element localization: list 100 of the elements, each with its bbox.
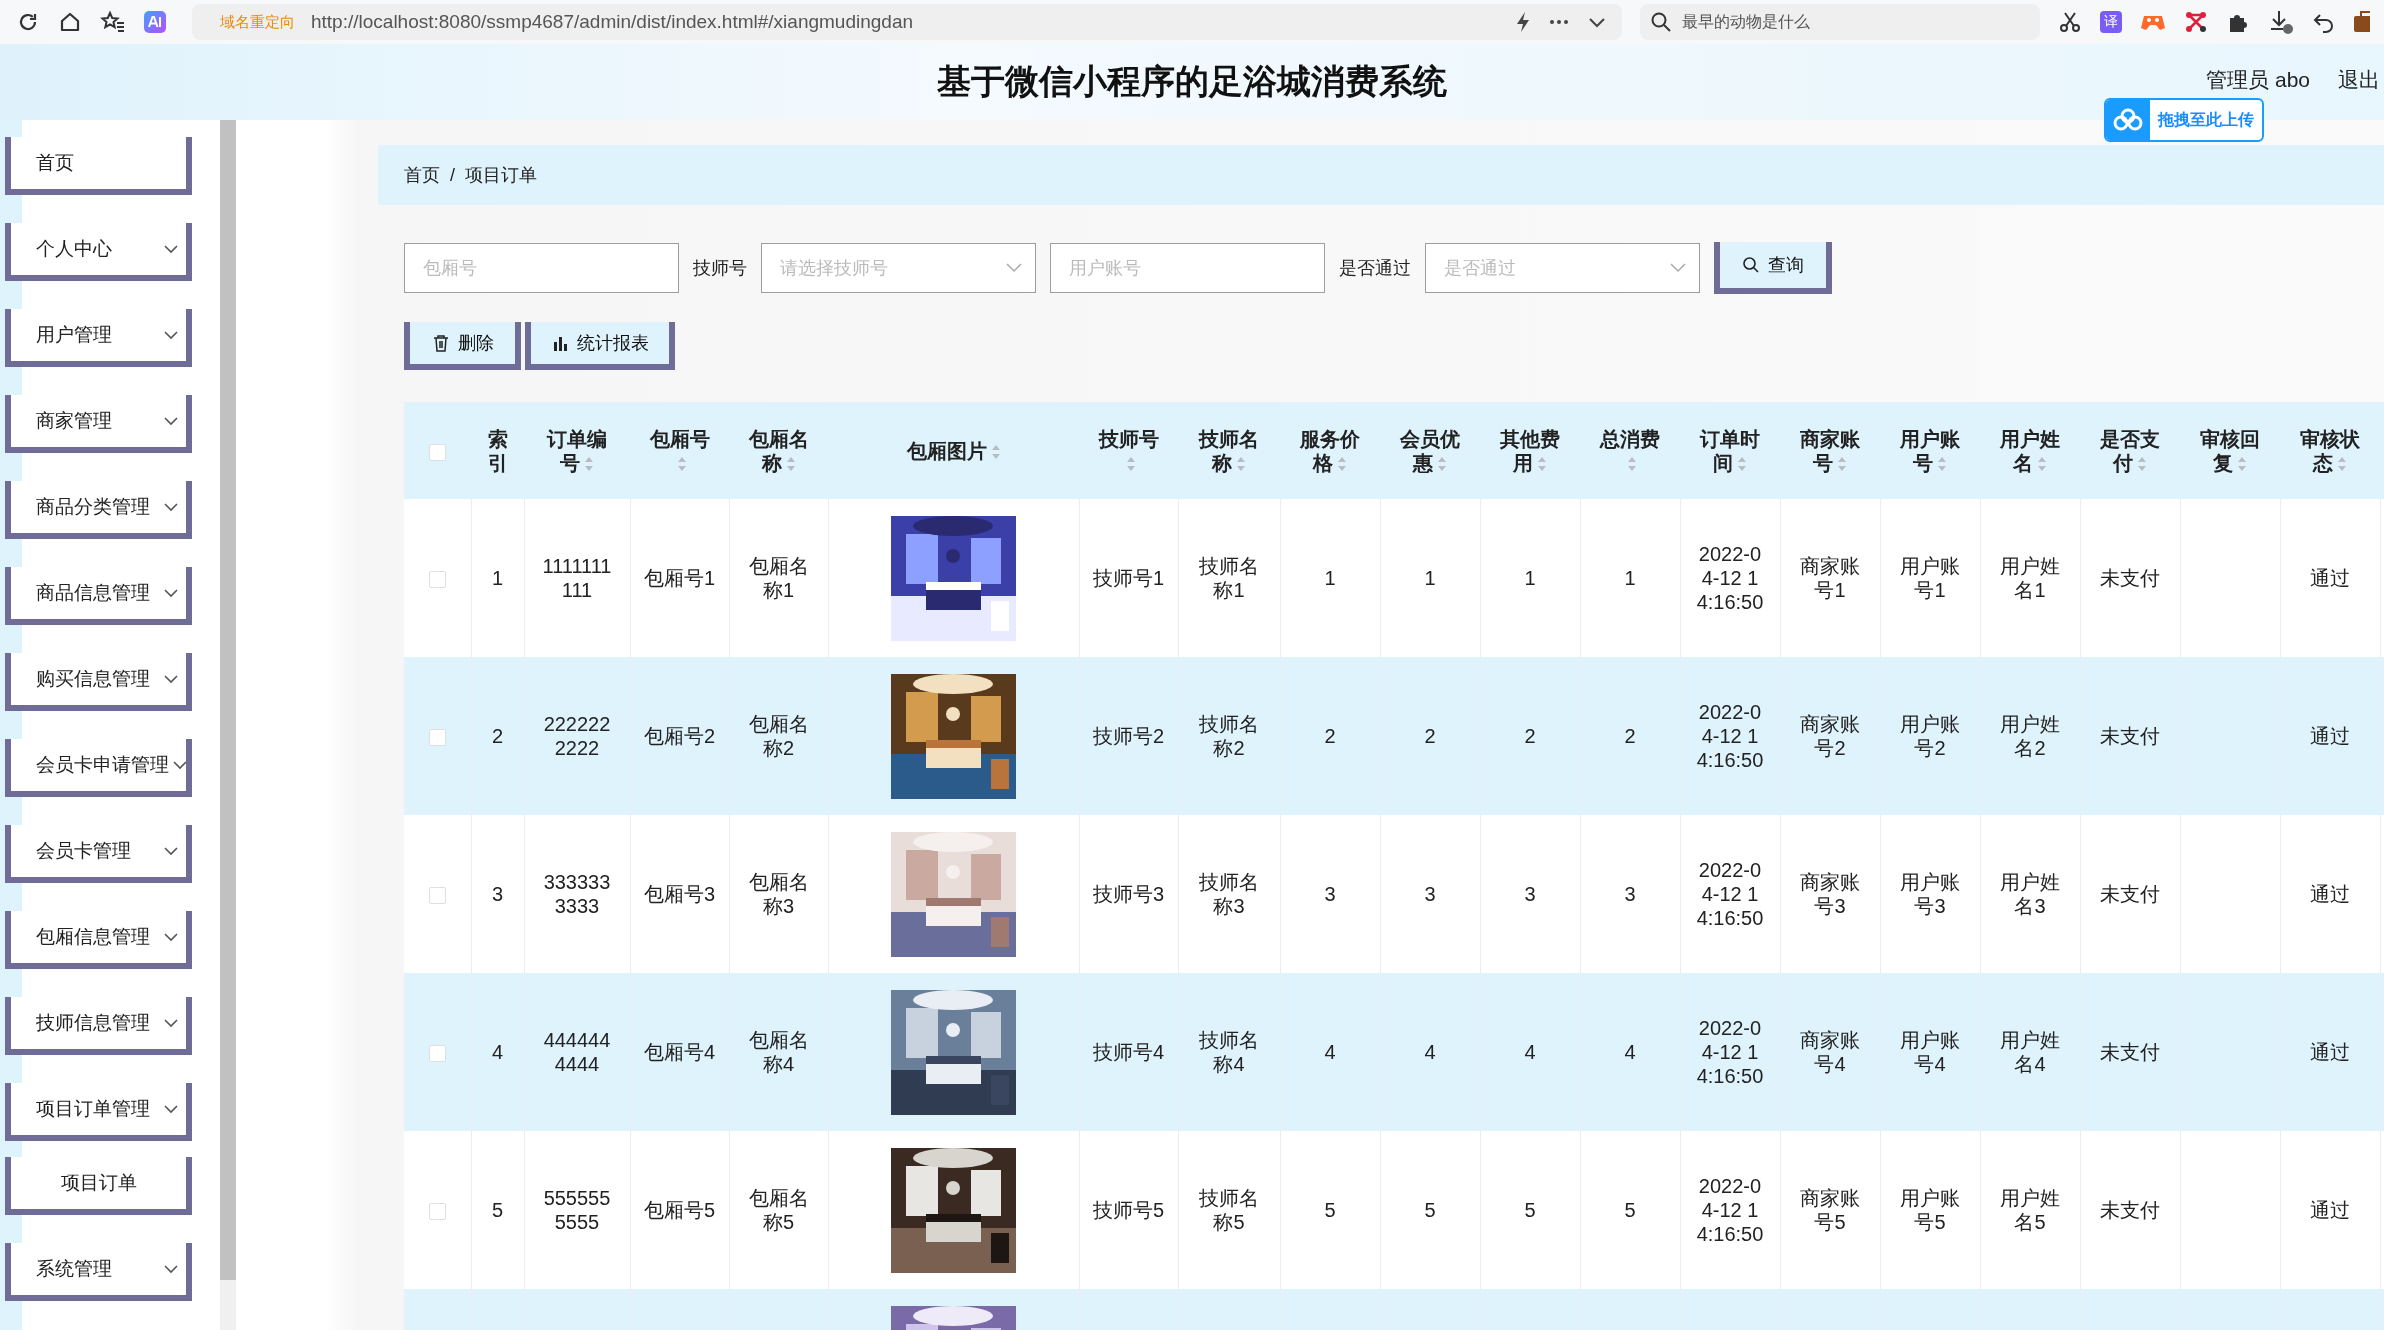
column-header[interactable]: 索引 — [485, 426, 510, 475]
table-cell: 3 — [1324, 883, 1336, 905]
sidebar-item[interactable]: 商家管理 — [5, 395, 192, 453]
menu-label: 个人中心 — [36, 237, 113, 261]
table-cell: 商家账号4 — [1800, 1029, 1860, 1075]
table-cell: 包厢名称5 — [748, 1187, 809, 1233]
menu-label: 系统管理 — [36, 1257, 113, 1281]
column-header[interactable]: 用户账号 — [1894, 426, 1966, 475]
select-field[interactable]: 请选择技师号 — [761, 243, 1036, 293]
column-header[interactable]: 包厢号 — [644, 426, 715, 475]
table-cell: 3 — [1424, 883, 1436, 905]
table-cell: 2 — [1424, 725, 1436, 747]
table-cell: 通过 — [2310, 567, 2350, 589]
table-cell: 用户姓名2 — [2000, 713, 2060, 759]
table-cell: 3 — [1524, 883, 1536, 905]
menu-label: 技师信息管理 — [36, 1011, 151, 1035]
table-cell: 5 — [491, 1199, 504, 1221]
table-cell: 技师号2 — [1092, 725, 1165, 747]
logout-link[interactable]: 退出 — [2338, 66, 2380, 94]
column-header[interactable]: 审核回复 — [2194, 426, 2266, 475]
column-header[interactable]: 包厢图片 — [842, 438, 1065, 463]
table-cell: 5 — [1624, 1199, 1636, 1221]
column-header[interactable]: 订单编号 — [538, 426, 616, 475]
table-cell: 5555555555 — [543, 1187, 611, 1233]
table-cell: 2 — [1524, 725, 1536, 747]
table-cell: 用户账号4 — [1900, 1029, 1960, 1075]
table-cell: 包厢号4 — [643, 1041, 716, 1063]
table-cell: 未支付 — [2100, 1041, 2160, 1063]
sidebar-item[interactable]: 会员卡申请管理 — [5, 739, 192, 797]
table-cell: 用户账号5 — [1900, 1187, 1960, 1233]
table-cell: 1 — [491, 567, 504, 589]
report-button[interactable]: 统计报表 — [525, 322, 675, 370]
input-field[interactable]: 包厢号 — [404, 243, 679, 293]
table-cell: 商家账号5 — [1800, 1187, 1860, 1233]
column-header[interactable]: 用户姓名 — [1994, 426, 2066, 475]
table-cell: 用户姓名4 — [2000, 1029, 2060, 1075]
sidebar-item[interactable]: 技师信息管理 — [5, 997, 192, 1055]
table-cell: 技师名称2 — [1199, 713, 1259, 759]
sidebar-item[interactable]: 首页 — [5, 137, 192, 195]
sidebar-item[interactable]: 商品分类管理 — [5, 481, 192, 539]
menu-label: 用户管理 — [36, 323, 113, 347]
table-cell: 1111111111 — [542, 555, 612, 601]
sidebar-item[interactable]: 项目订单 — [5, 1157, 192, 1215]
table-cell: 包厢名称4 — [748, 1029, 809, 1075]
table-cell: 用户姓名1 — [2000, 555, 2060, 601]
table-cell: 5 — [1324, 1199, 1336, 1221]
menu-label: 首页 — [36, 151, 75, 175]
table-cell: 包厢号1 — [643, 567, 716, 589]
sidebar-item[interactable]: 项目订单管理 — [5, 1083, 192, 1141]
table-cell: 包厢号2 — [643, 725, 716, 747]
column-header[interactable]: 其他费用 — [1494, 426, 1566, 475]
breadcrumb-link[interactable]: 首页 — [404, 163, 440, 187]
column-header[interactable]: 技师号 — [1093, 426, 1164, 475]
table-cell: 1 — [1524, 567, 1536, 589]
table-cell: 技师号4 — [1092, 1041, 1165, 1063]
table-cell: 3 — [1624, 883, 1636, 905]
input-field[interactable]: 用户账号 — [1050, 243, 1325, 293]
column-header[interactable]: 总消费 — [1594, 426, 1666, 475]
column-header[interactable]: 会员优惠 — [1394, 426, 1466, 475]
translate-icon[interactable]: 译 — [2100, 11, 2122, 33]
table-cell: 通过 — [2310, 1199, 2350, 1221]
sidebar-item[interactable]: 购买信息管理 — [5, 653, 192, 711]
column-header[interactable]: 是否支付 — [2094, 426, 2166, 475]
column-header[interactable]: 服务价格 — [1294, 426, 1366, 475]
table-cell: 用户账号3 — [1900, 871, 1960, 917]
table-cell: 商家账号1 — [1800, 555, 1860, 601]
column-header[interactable]: 包厢名称 — [743, 426, 814, 475]
table-cell: 1 — [1624, 567, 1636, 589]
column-header[interactable]: 审核状态 — [2294, 426, 2366, 475]
search-field[interactable]: 最早的动物是什么 — [1640, 4, 2040, 40]
table-cell: 5 — [1424, 1199, 1436, 1221]
app-title: 基于微信小程序的足浴城消费系统 — [937, 61, 1447, 102]
table-cell: 4 — [1624, 1041, 1636, 1063]
column-header[interactable]: 商家账号 — [1794, 426, 1866, 475]
delete-button[interactable]: 删除 — [404, 322, 521, 370]
table-cell: 4444444444 — [543, 1029, 611, 1075]
address-bar[interactable]: 域名重定向 http://localhost:8080/ssmp4687/admin/dist/index.html#/xiangmudingdan — [192, 4, 1622, 40]
sidebar-item[interactable]: 系统管理 — [5, 1243, 192, 1301]
search-button[interactable]: 查询 — [1714, 242, 1832, 294]
table-cell: 3333333333 — [543, 871, 611, 917]
select-field[interactable]: 是否通过 — [1425, 243, 1700, 293]
sidebar-item[interactable]: 个人中心 — [5, 223, 192, 281]
breadcrumb-link[interactable]: 项目订单 — [465, 163, 537, 187]
sidebar-item[interactable]: 商品信息管理 — [5, 567, 192, 625]
table-cell: 2022-04-12 14:16:50 — [1696, 859, 1764, 929]
sidebar-item[interactable]: 用户管理 — [5, 309, 192, 367]
column-header[interactable]: 技师名称 — [1192, 426, 1266, 475]
table-cell: 未支付 — [2100, 725, 2160, 747]
table-cell: 包厢号3 — [643, 883, 716, 905]
sidebar-item[interactable]: 会员卡管理 — [5, 825, 192, 883]
sidebar-item[interactable]: 包厢信息管理 — [5, 911, 192, 969]
table-cell: 4 — [1424, 1041, 1436, 1063]
table-cell: 用户姓名3 — [2000, 871, 2060, 917]
table-cell: 2022-04-12 14:16:50 — [1696, 701, 1764, 771]
table-cell: 包厢名称3 — [748, 871, 809, 917]
table-cell: 技师名称3 — [1199, 871, 1259, 917]
menu-label: 包厢信息管理 — [36, 925, 151, 949]
table-cell: 技师名称5 — [1199, 1187, 1259, 1233]
column-header[interactable]: 订单时间 — [1694, 426, 1766, 475]
table-cell: 商家账号3 — [1800, 871, 1860, 917]
